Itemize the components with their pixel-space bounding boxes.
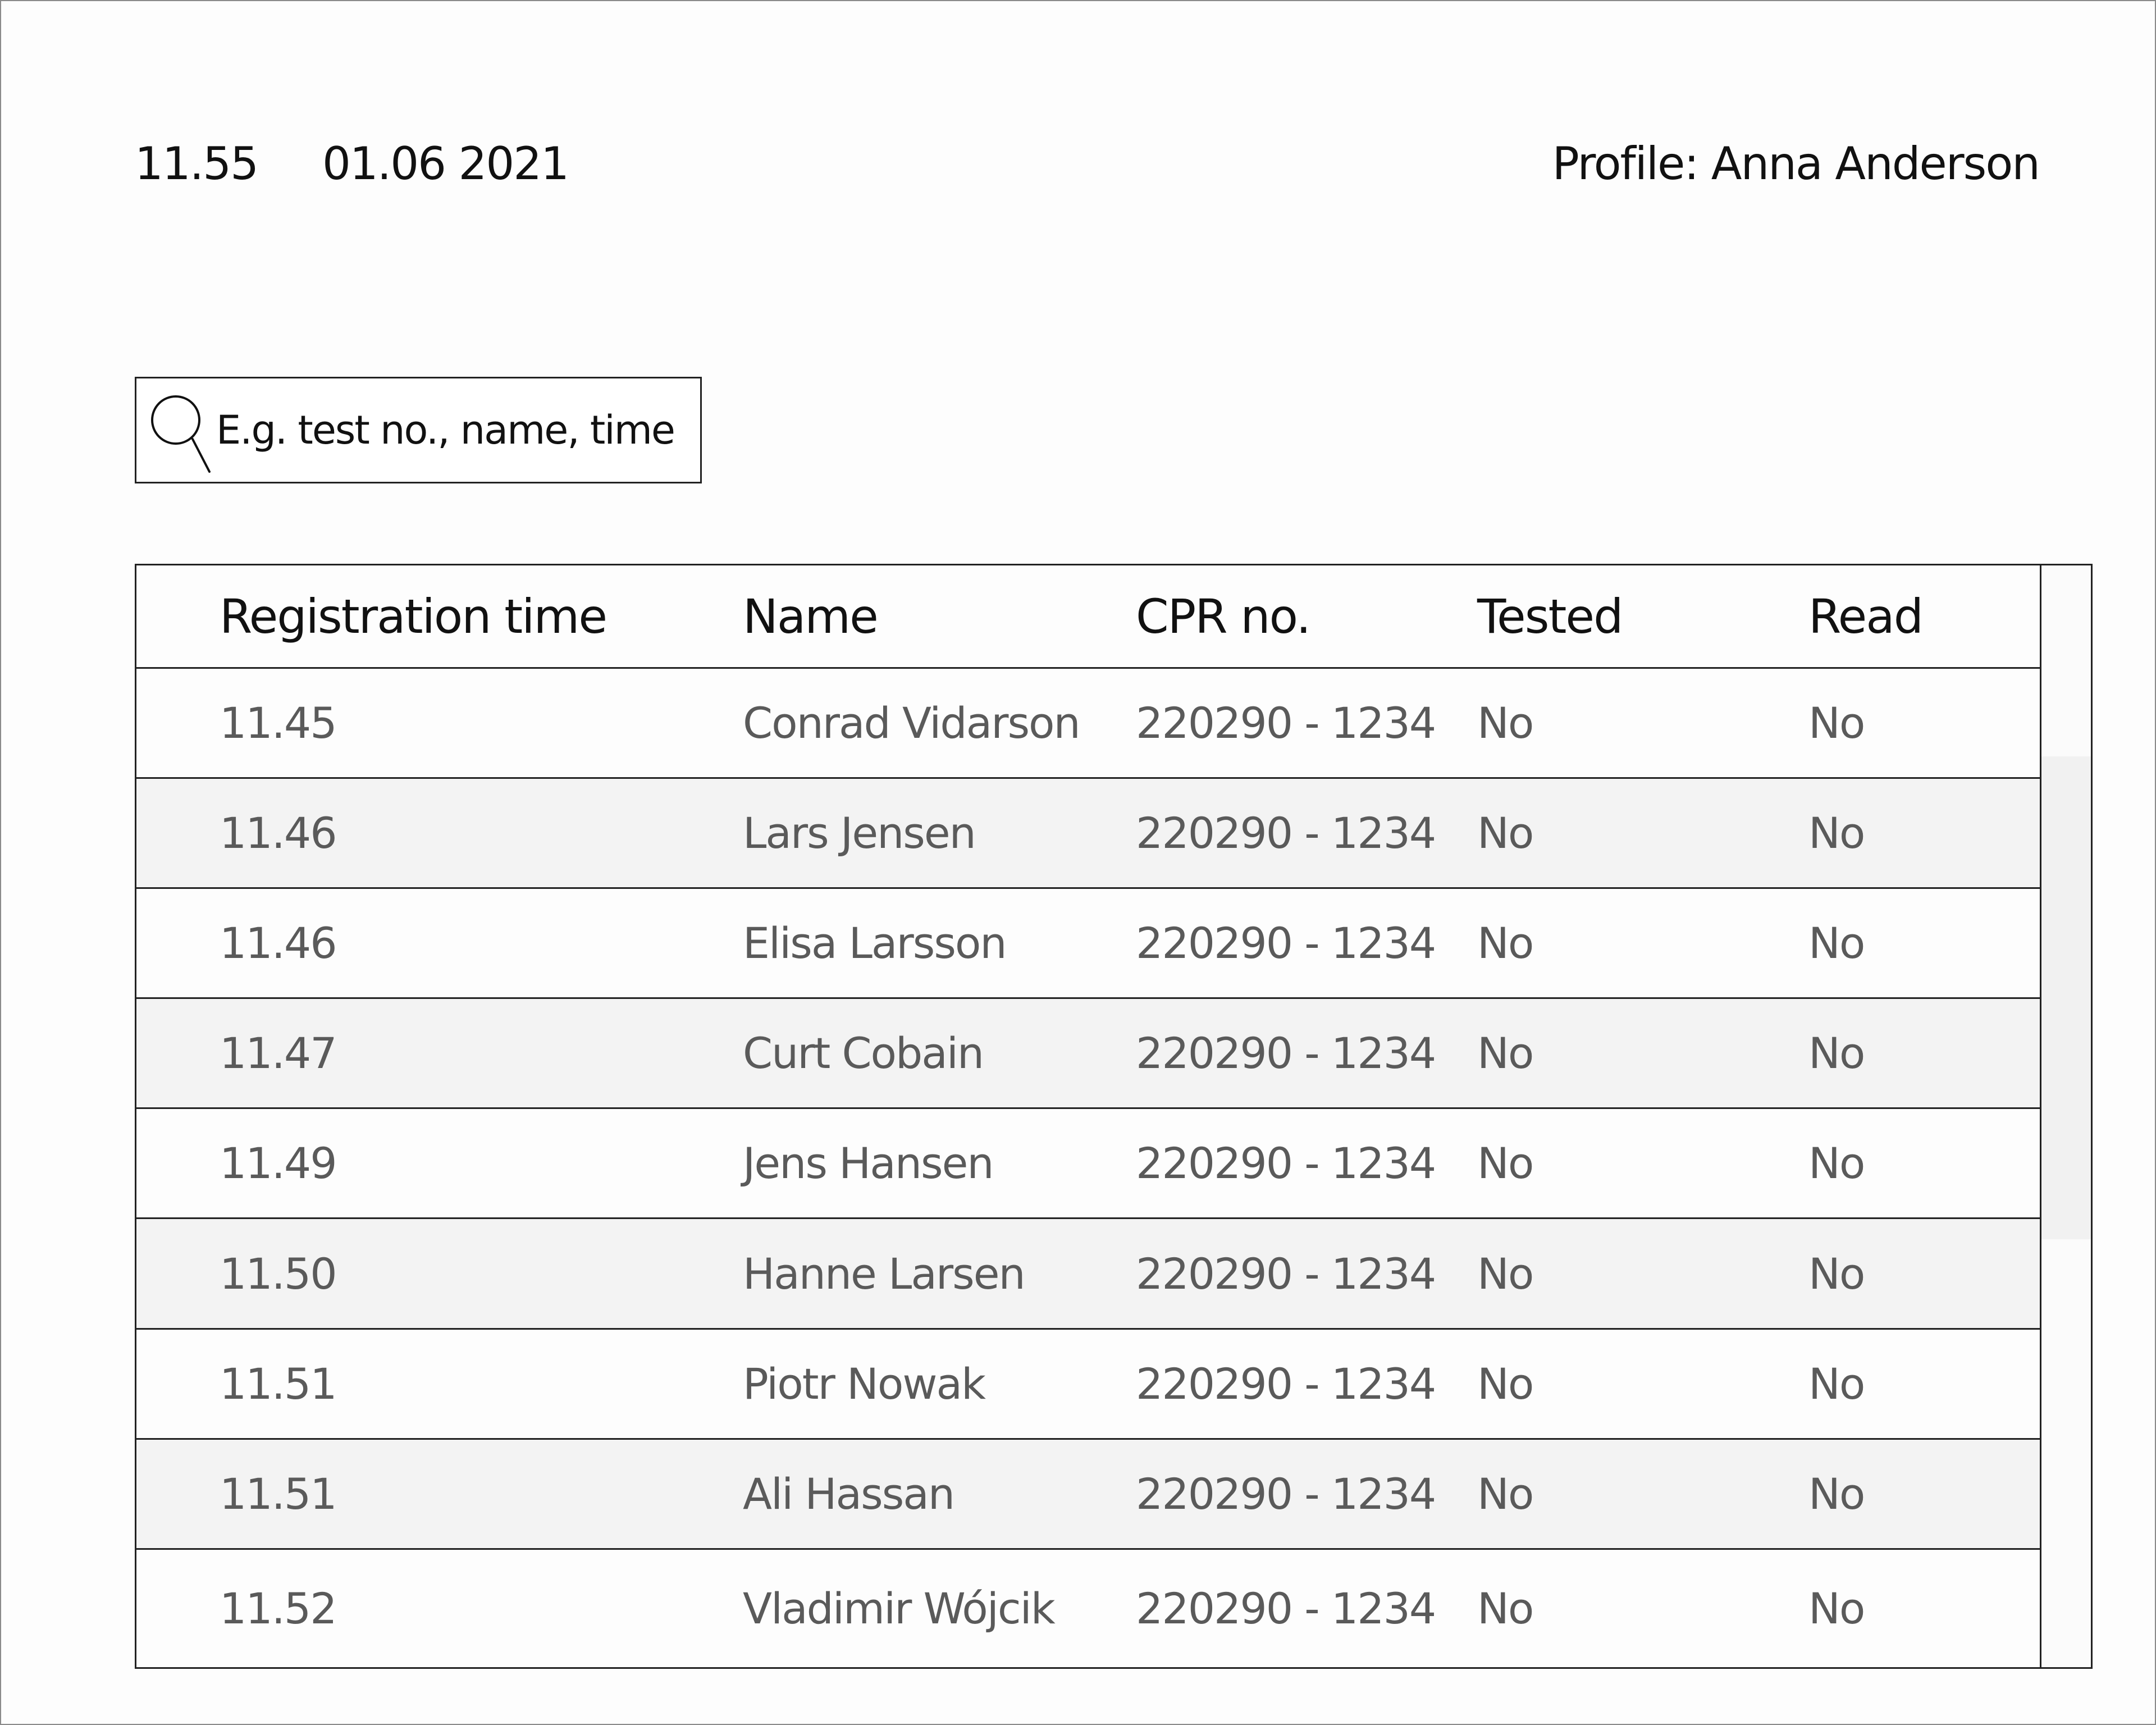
cell-registration-time: 11.50 bbox=[220, 1248, 337, 1299]
cell-registration-time: 11.47 bbox=[220, 1028, 337, 1078]
cell-name: Hanne Larsen bbox=[743, 1248, 1026, 1299]
cell-cpr-no: 220290 - 1234 bbox=[1136, 1469, 1436, 1519]
table-row[interactable]: 11.52 Vladimir Wójcik 220290 - 1234 No No bbox=[136, 1550, 2040, 1667]
cell-tested: No bbox=[1477, 1138, 1534, 1188]
cell-registration-time: 11.46 bbox=[220, 918, 337, 968]
cell-tested: No bbox=[1477, 698, 1534, 748]
cell-read: No bbox=[1808, 1469, 1865, 1519]
cell-tested: No bbox=[1477, 808, 1534, 858]
current-date: 01.06 2021 bbox=[322, 138, 569, 190]
cell-read: No bbox=[1808, 1583, 1865, 1633]
cell-registration-time: 11.49 bbox=[220, 1138, 337, 1188]
cell-name: Curt Cobain bbox=[743, 1028, 984, 1078]
table-row[interactable]: 11.50 Hanne Larsen 220290 - 1234 No No bbox=[136, 1219, 2040, 1330]
cell-cpr-no: 220290 - 1234 bbox=[1136, 698, 1436, 748]
table-row[interactable]: 11.46 Lars Jensen 220290 - 1234 No No bbox=[136, 779, 2040, 889]
cell-cpr-no: 220290 - 1234 bbox=[1136, 1359, 1436, 1409]
cell-cpr-no: 220290 - 1234 bbox=[1136, 808, 1436, 858]
table-row[interactable]: 11.47 Curt Cobain 220290 - 1234 No No bbox=[136, 999, 2040, 1109]
cell-name: Jens Hansen bbox=[743, 1138, 994, 1188]
table-header-row: Registration time Name CPR no. Tested Re… bbox=[136, 565, 2040, 669]
cell-tested: No bbox=[1477, 918, 1534, 968]
cell-registration-time: 11.51 bbox=[220, 1469, 337, 1519]
cell-name: Elisa Larsson bbox=[743, 918, 1007, 968]
cell-tested: No bbox=[1477, 1583, 1534, 1633]
table-grid: Registration time Name CPR no. Tested Re… bbox=[136, 565, 2040, 1667]
table-row[interactable]: 11.45 Conrad Vidarson 220290 - 1234 No No bbox=[136, 669, 2040, 779]
cell-name: Conrad Vidarson bbox=[743, 698, 1081, 748]
search-box[interactable] bbox=[135, 377, 702, 483]
cell-cpr-no: 220290 - 1234 bbox=[1136, 918, 1436, 968]
clock-time: 11.55 bbox=[135, 138, 259, 190]
column-header-name[interactable]: Name bbox=[743, 565, 879, 667]
table-row[interactable]: 11.51 Piotr Nowak 220290 - 1234 No No bbox=[136, 1330, 2040, 1440]
cell-cpr-no: 220290 - 1234 bbox=[1136, 1248, 1436, 1299]
search-input[interactable] bbox=[214, 378, 693, 482]
cell-cpr-no: 220290 - 1234 bbox=[1136, 1138, 1436, 1188]
cell-read: No bbox=[1808, 1248, 1865, 1299]
cell-tested: No bbox=[1477, 1248, 1534, 1299]
cell-tested: No bbox=[1477, 1359, 1534, 1409]
cell-name: Lars Jensen bbox=[743, 808, 976, 858]
registrations-table: Registration time Name CPR no. Tested Re… bbox=[135, 564, 2093, 1669]
cell-read: No bbox=[1808, 808, 1865, 858]
cell-read: No bbox=[1808, 1359, 1865, 1409]
table-row[interactable]: 11.46 Elisa Larsson 220290 - 1234 No No bbox=[136, 889, 2040, 999]
cell-name: Piotr Nowak bbox=[743, 1359, 986, 1409]
table-row[interactable]: 11.49 Jens Hansen 220290 - 1234 No No bbox=[136, 1109, 2040, 1219]
cell-registration-time: 11.45 bbox=[220, 698, 337, 748]
cell-read: No bbox=[1808, 1028, 1865, 1078]
column-header-tested[interactable]: Tested bbox=[1477, 565, 1623, 667]
cell-cpr-no: 220290 - 1234 bbox=[1136, 1583, 1436, 1633]
profile-label[interactable]: Profile: Anna Anderson bbox=[1552, 130, 2040, 198]
cell-read: No bbox=[1808, 1138, 1865, 1188]
column-header-registration-time[interactable]: Registration time bbox=[220, 565, 607, 667]
scrollbar-track[interactable] bbox=[2040, 565, 2091, 1667]
cell-read: No bbox=[1808, 918, 1865, 968]
cell-name: Vladimir Wójcik bbox=[743, 1583, 1056, 1633]
cell-registration-time: 11.52 bbox=[220, 1583, 337, 1633]
cell-name: Ali Hassan bbox=[743, 1469, 955, 1519]
table-row[interactable]: 11.51 Ali Hassan 220290 - 1234 No No bbox=[136, 1440, 2040, 1550]
search-icon bbox=[151, 395, 211, 473]
scrollbar-thumb[interactable] bbox=[2041, 756, 2091, 1239]
cell-tested: No bbox=[1477, 1028, 1534, 1078]
cell-tested: No bbox=[1477, 1469, 1534, 1519]
column-header-read[interactable]: Read bbox=[1808, 565, 1924, 667]
app-window: 11.55 01.06 2021 Profile: Anna Anderson … bbox=[0, 0, 2156, 1725]
cell-cpr-no: 220290 - 1234 bbox=[1136, 1028, 1436, 1078]
column-header-cpr-no[interactable]: CPR no. bbox=[1136, 565, 1311, 667]
cell-registration-time: 11.46 bbox=[220, 808, 337, 858]
cell-read: No bbox=[1808, 698, 1865, 748]
cell-registration-time: 11.51 bbox=[220, 1359, 337, 1409]
